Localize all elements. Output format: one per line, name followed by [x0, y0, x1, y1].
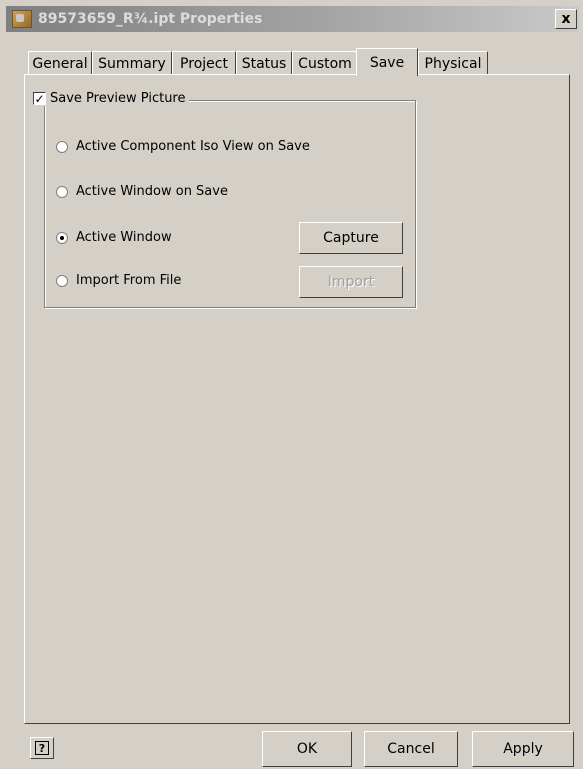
help-button[interactable]: ?: [30, 737, 54, 759]
radio-active-window[interactable]: Active Window: [56, 230, 172, 245]
radio-circle-selected[interactable]: [56, 231, 68, 244]
radio-circle[interactable]: [56, 185, 68, 198]
import-button: Import: [299, 266, 403, 298]
radio-import-file-label: Import From File: [76, 273, 182, 288]
radio-iso-view-label: Active Component Iso View on Save: [76, 139, 310, 154]
radio-window-on-save-label: Active Window on Save: [76, 184, 228, 199]
tab-project[interactable]: Project: [172, 51, 236, 75]
radio-active-window-label: Active Window: [76, 230, 172, 245]
tab-status[interactable]: Status: [236, 51, 292, 75]
capture-button[interactable]: Capture: [299, 222, 403, 254]
tab-general[interactable]: General: [28, 51, 92, 75]
ok-button[interactable]: OK: [262, 731, 352, 767]
save-preview-checkbox[interactable]: ✓ Save Preview Picture: [33, 91, 190, 106]
save-preview-label: Save Preview Picture: [50, 91, 186, 106]
tab-summary[interactable]: Summary: [92, 51, 172, 75]
close-button[interactable]: x: [555, 9, 577, 29]
checkbox-box[interactable]: ✓: [33, 92, 46, 105]
radio-circle[interactable]: [56, 140, 68, 153]
tab-save[interactable]: Save: [356, 48, 418, 76]
tab-custom[interactable]: Custom: [292, 51, 358, 75]
tab-physical[interactable]: Physical: [418, 51, 488, 75]
apply-button[interactable]: Apply: [472, 731, 574, 767]
radio-circle[interactable]: [56, 274, 68, 287]
radio-import-file[interactable]: Import From File: [56, 273, 181, 288]
cancel-button[interactable]: Cancel: [364, 731, 458, 767]
app-icon: [12, 10, 32, 28]
radio-window-on-save[interactable]: Active Window on Save: [56, 184, 228, 199]
radio-iso-view[interactable]: Active Component Iso View on Save: [56, 139, 310, 154]
help-icon: ?: [35, 741, 49, 755]
window-title: 89573659_R¾.ipt Properties: [38, 11, 263, 27]
title-bar: 89573659_R¾.ipt Properties x: [6, 6, 579, 32]
